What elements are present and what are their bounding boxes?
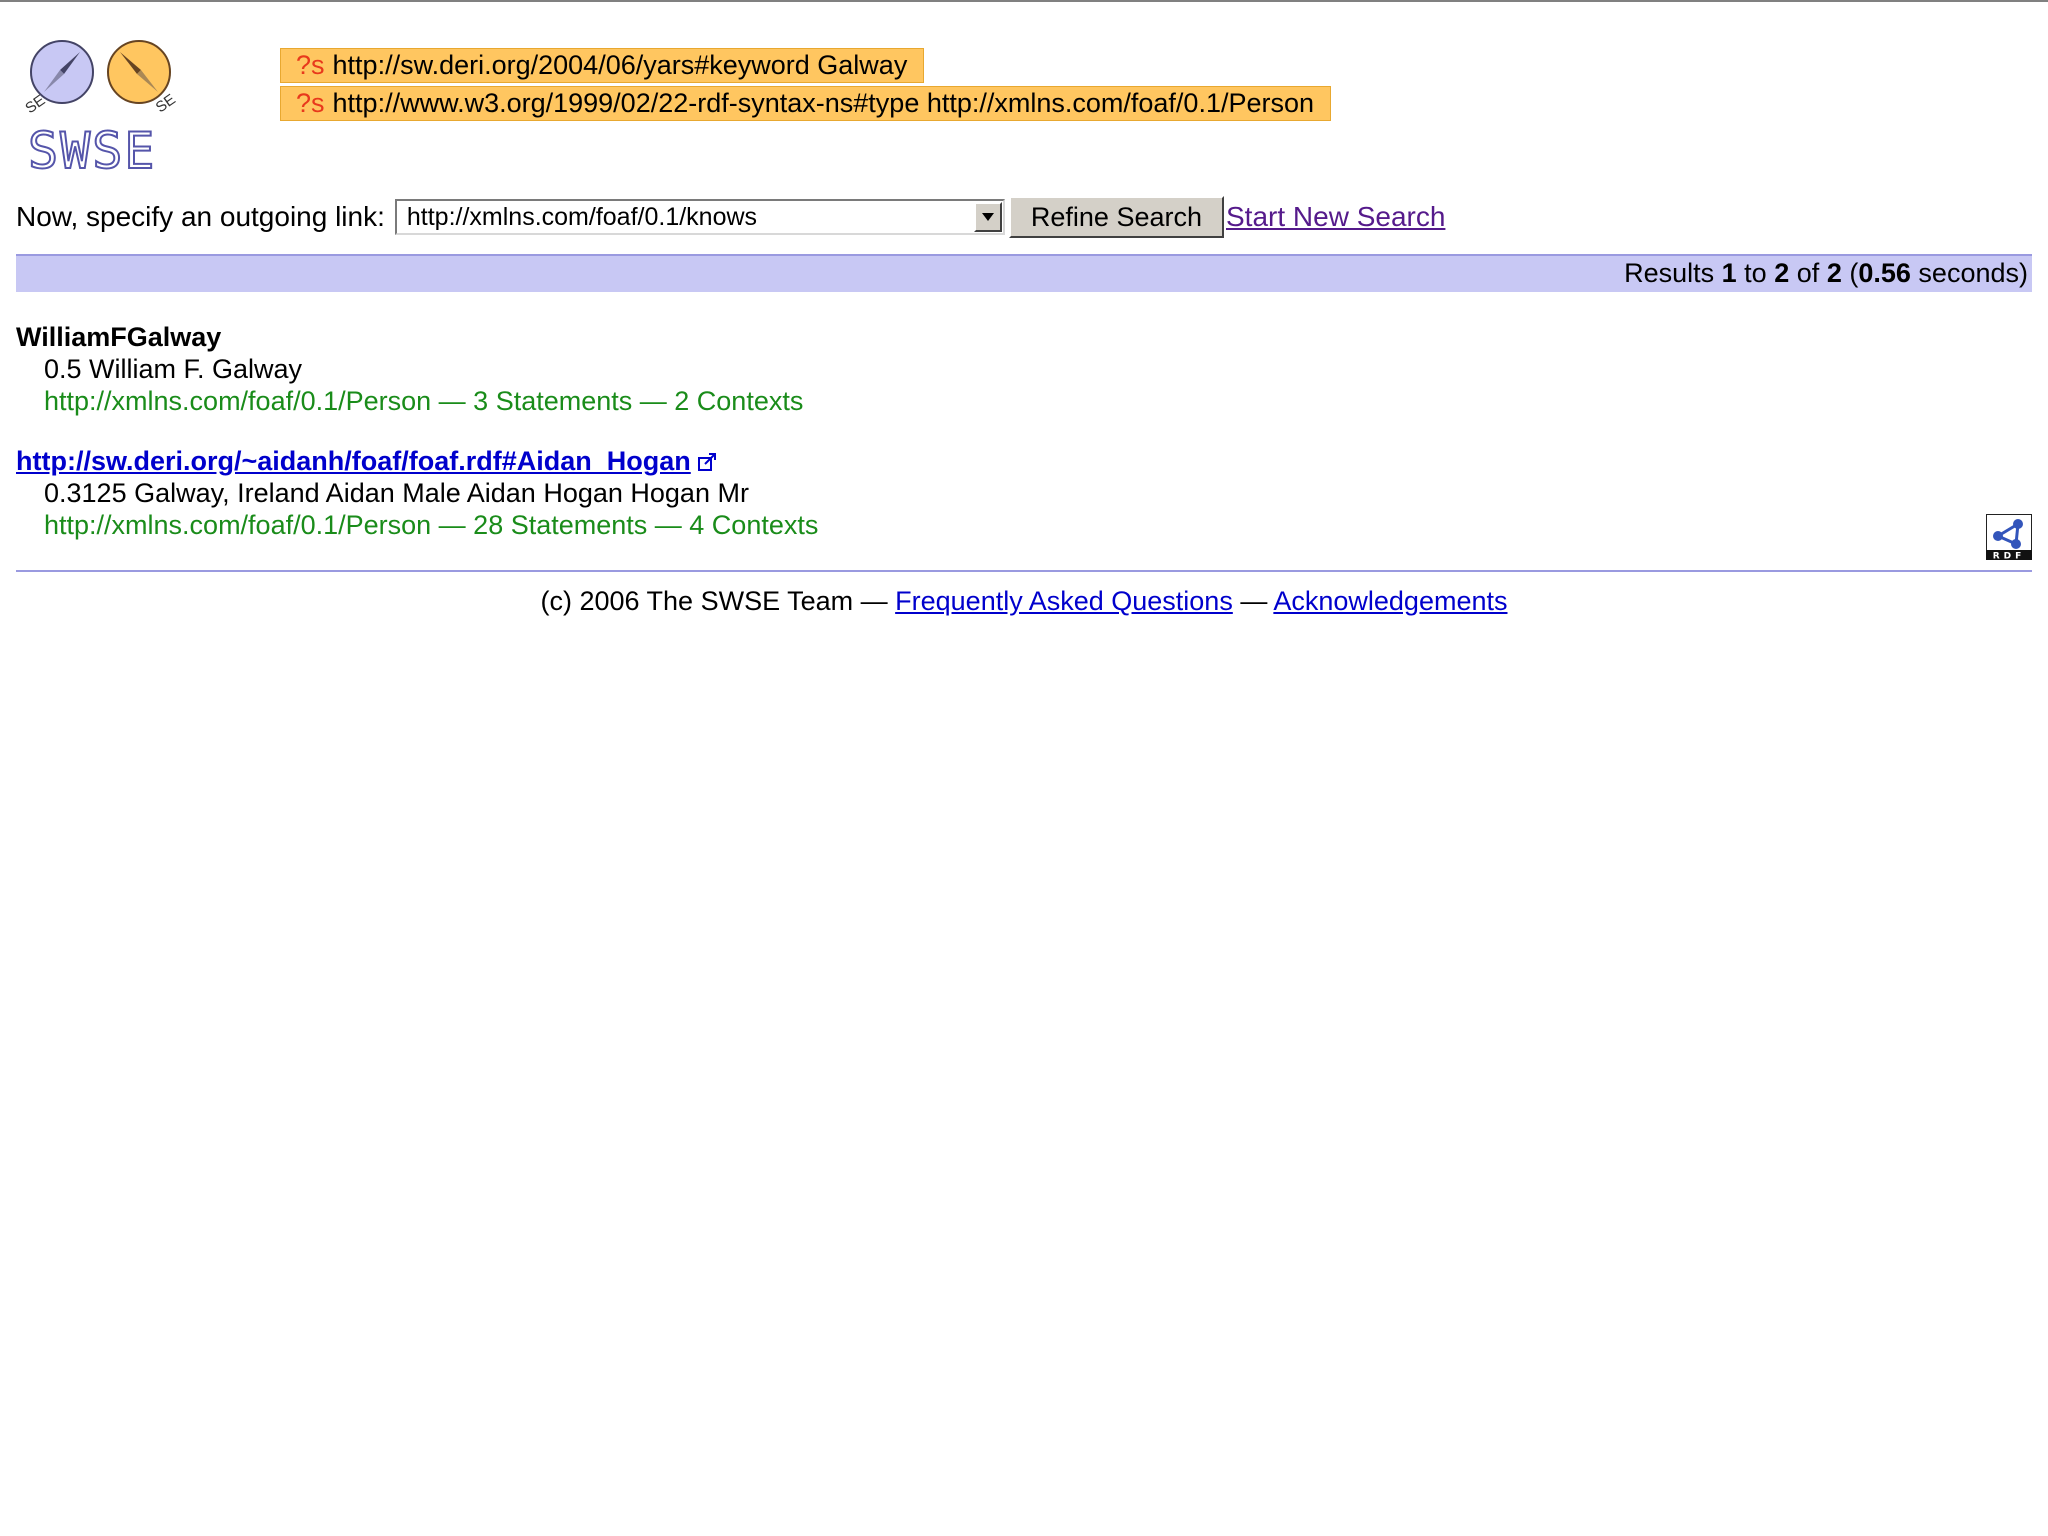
compass-right-icon	[107, 40, 171, 104]
swse-logo[interactable]: SE SE SWSE	[16, 38, 186, 174]
results-from: 1	[1721, 258, 1737, 288]
footer: (c) 2006 The SWSE Team — Frequently Aske…	[0, 584, 2048, 618]
query-clause[interactable]: ?s http://sw.deri.org/2004/06/yars#keywor…	[280, 48, 925, 83]
results-summary-bar: Results 1 to 2 of 2 (0.56 seconds)	[16, 254, 2032, 292]
results-to: 2	[1774, 258, 1790, 288]
acknowledgements-link[interactable]: Acknowledgements	[1273, 586, 1507, 616]
footer-copyright: (c) 2006 The SWSE Team —	[540, 586, 888, 616]
logo-wordmark: SWSE	[28, 122, 156, 174]
result-meta: http://xmlns.com/foaf/0.1/Person — 3 Sta…	[44, 386, 804, 416]
query-variable: ?s	[296, 88, 325, 118]
query-clause-text: http://www.w3.org/1999/02/22-rdf-syntax-…	[332, 88, 1315, 118]
compass-left-icon	[30, 40, 94, 104]
result-snippet: 0.5 William F. Galway	[44, 354, 303, 384]
rdf-icon-label: RDF	[1993, 552, 2026, 561]
outgoing-link-select[interactable]: http://xmlns.com/foaf/0.1/knows	[394, 199, 1005, 235]
result-snippet: 0.3125 Galway, Ireland Aidan Male Aidan …	[44, 478, 749, 508]
results-prefix: Results	[1624, 258, 1715, 288]
query-clauses: ?s http://sw.deri.org/2004/06/yars#keywor…	[280, 48, 1332, 124]
results-time: 0.56	[1858, 258, 1911, 288]
footer-divider	[16, 570, 2032, 572]
result-title-link[interactable]: http://sw.deri.org/~aidanh/foaf/foaf.rdf…	[16, 446, 691, 476]
result-meta: http://xmlns.com/foaf/0.1/Person — 28 St…	[44, 510, 819, 540]
outgoing-link-label: Now, specify an outgoing link:	[16, 201, 385, 232]
results-to-word: to	[1744, 258, 1767, 288]
refine-controls: Now, specify an outgoing link: http://xm…	[16, 196, 1445, 238]
results-total: 2	[1826, 258, 1842, 288]
query-clause[interactable]: ?s http://www.w3.org/1999/02/22-rdf-synta…	[280, 86, 1332, 121]
query-variable: ?s	[296, 50, 325, 80]
external-link-icon[interactable]	[697, 452, 717, 472]
result-title-row: http://sw.deri.org/~aidanh/foaf/foaf.rdf…	[16, 445, 818, 477]
dropdown-arrow-icon[interactable]	[973, 202, 1002, 232]
faq-link[interactable]: Frequently Asked Questions	[895, 586, 1233, 616]
start-new-search-link[interactable]: Start New Search	[1226, 201, 1445, 233]
result-title: WilliamFGalway	[16, 322, 222, 352]
result-item: WilliamFGalway 0.5 William F. Galway htt…	[16, 321, 803, 417]
result-item: http://sw.deri.org/~aidanh/foaf/foaf.rdf…	[16, 445, 818, 541]
results-seconds-word: seconds	[1918, 258, 2019, 288]
refine-search-button[interactable]: Refine Search	[1008, 196, 1224, 238]
page: SE SE SWSE ?s http://sw.deri.org/2004/06/…	[0, 0, 2048, 1536]
query-clause-text: http://sw.deri.org/2004/06/yars#keyword …	[332, 50, 908, 80]
footer-separator: —	[1240, 586, 1268, 616]
results-of-word: of	[1796, 258, 1820, 288]
rdf-icon[interactable]: RDF	[1986, 514, 2032, 560]
outgoing-link-value: http://xmlns.com/foaf/0.1/knows	[406, 202, 758, 231]
